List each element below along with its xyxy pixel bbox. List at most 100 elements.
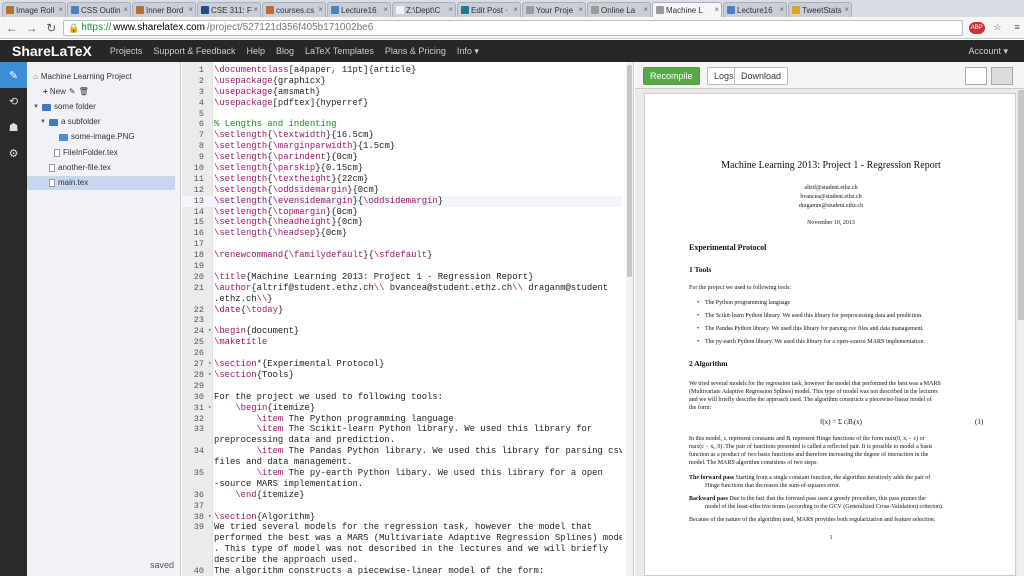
browser-tab[interactable]: Inner Bord × (132, 2, 196, 17)
code-line[interactable]: 11 \setlength{\textheight}{22cm} (182, 174, 622, 185)
back-icon[interactable]: ← (4, 21, 20, 35)
browser-tab[interactable]: CSS Outlin × (67, 2, 131, 17)
code-line[interactable]: 24 ▾ \begin{document} (182, 326, 622, 337)
code-lines[interactable]: 1 \documentclass[a4paper, 11pt]{article} 2… (182, 65, 622, 576)
trash-icon[interactable]: 🗑 (79, 85, 89, 99)
code-line[interactable]: 30 For the project we used to following t… (182, 392, 622, 403)
browser-tab[interactable]: CSE 311: F × (197, 2, 261, 17)
code-line[interactable]: 25 \maketitle (182, 337, 622, 348)
close-tab-icon[interactable]: × (513, 3, 518, 16)
browser-tab[interactable]: Image Roll × (2, 2, 66, 17)
close-tab-icon[interactable]: × (253, 3, 258, 16)
code-line[interactable]: 33 \item The Scikit-learn Python library… (182, 424, 622, 435)
expand-caret-icon[interactable]: ▼ (33, 100, 39, 114)
code-line[interactable]: 10 \setlength{\parskip}{0.15cm} (182, 163, 622, 174)
code-line[interactable]: -source MARS implementation. (182, 479, 622, 490)
code-line[interactable]: preprocessing data and prediction. (182, 435, 622, 446)
close-tab-icon[interactable]: × (188, 3, 193, 16)
project-root[interactable]: ⌂ Machine Learning Project (33, 70, 132, 84)
code-line[interactable]: 29 (182, 381, 622, 392)
close-tab-icon[interactable]: × (779, 3, 784, 16)
browser-tab[interactable]: Edit Post · × (457, 2, 521, 17)
new-file-button[interactable]: + New (43, 85, 66, 99)
code-line[interactable]: 34 \item The Pandas Python library. We u… (182, 446, 622, 457)
editor-scroll-thumb[interactable] (627, 65, 632, 277)
code-line[interactable]: 16 \setlength{\headsep}{0cm} (182, 228, 622, 239)
code-line[interactable]: 8 \setlength{\marginparwidth}{1.5cm} (182, 141, 622, 152)
adblock-icon[interactable]: ABP (968, 21, 985, 34)
browser-tab[interactable]: Your Proje × (522, 2, 586, 17)
code-line[interactable]: files and data management. (182, 457, 622, 468)
forward-icon[interactable]: → (24, 21, 40, 35)
account-menu[interactable]: Account ▾ (968, 46, 1008, 57)
menu-icon[interactable]: ≡ (1010, 22, 1024, 34)
code-line[interactable]: 28 ▾ \section{Tools} (182, 370, 622, 381)
code-line[interactable]: 15 \setlength{\headheight}{0cm} (182, 217, 622, 228)
code-line[interactable]: 21 \author{altrif@student.ethz.ch\\ bvanc… (182, 283, 622, 294)
tree-file-main-selected[interactable]: main.tex (27, 176, 175, 190)
code-line[interactable]: 6 % Lengths and indenting (182, 119, 622, 130)
code-line[interactable]: 31 ▾ \begin{itemize} (182, 403, 622, 414)
url-field[interactable]: 🔒 https://www.sharelatex.com/project/527… (63, 19, 963, 36)
close-tab-icon[interactable]: × (58, 3, 63, 16)
nav-help[interactable]: Help (246, 46, 265, 56)
code-line[interactable]: . This type of model was not described i… (182, 544, 622, 555)
tree-folder-a-subfolder[interactable]: ▼ a subfolder (40, 115, 101, 129)
code-line[interactable]: performed the best was a MARS (Multivari… (182, 533, 622, 544)
browser-tab[interactable]: Lecture16 × (723, 2, 787, 17)
edit-icon[interactable]: ✎ (0, 62, 27, 88)
code-line[interactable]: 14 \setlength{\topmargin}{0cm} (182, 207, 622, 218)
close-tab-icon[interactable]: × (643, 3, 648, 16)
code-line[interactable]: 22 \date{\today} (182, 305, 622, 316)
rename-icon[interactable]: ✎ (69, 85, 76, 99)
code-line[interactable]: 13 \setlength{\evensidemargin}{\oddsidema… (182, 195, 622, 207)
close-tab-icon[interactable]: × (714, 3, 719, 16)
close-tab-icon[interactable]: × (383, 3, 388, 16)
reload-icon[interactable]: ↻ (43, 21, 59, 35)
code-line[interactable]: 9 \setlength{\parindent}{0cm} (182, 152, 622, 163)
close-tab-icon[interactable]: × (844, 3, 849, 16)
code-line[interactable]: 36 \end{itemize} (182, 490, 622, 501)
close-tab-icon[interactable]: × (123, 3, 128, 16)
star-icon[interactable]: ☆ (991, 22, 1005, 34)
recompile-button[interactable]: Recompile (643, 67, 700, 85)
nav-projects[interactable]: Projects (110, 46, 143, 56)
code-line[interactable]: 5 (182, 109, 622, 120)
nav-templates[interactable]: LaTeX Templates (305, 46, 374, 56)
tree-file-another-file[interactable]: another-file.tex (49, 161, 111, 175)
collaborators-icon[interactable]: ☗ (0, 114, 27, 140)
history-icon[interactable]: ⟲ (0, 88, 27, 114)
code-line[interactable]: 18 \renewcommand{\familydefault}{\sfdefau… (182, 250, 622, 261)
browser-tab[interactable]: Machine L × (652, 2, 722, 17)
code-editor[interactable]: 1 \documentclass[a4paper, 11pt]{article} 2… (182, 62, 634, 576)
browser-tab[interactable]: Online La × (587, 2, 651, 17)
code-line[interactable]: 2 \usepackage{graphicx} (182, 76, 622, 87)
nav-info[interactable]: Info ▾ (457, 46, 479, 57)
nav-blog[interactable]: Blog (276, 46, 294, 56)
code-line[interactable]: 27 ▾ \section*{Experimental Protocol} (182, 359, 622, 370)
tree-file-some-image[interactable]: some-image.PNG (59, 130, 135, 144)
code-line[interactable]: 32 \item The Python programming language (182, 414, 622, 425)
browser-tab[interactable]: courses.cs × (262, 2, 326, 17)
code-line[interactable]: 38 ▾ \section{Algorithm} (182, 512, 622, 523)
code-line[interactable]: 3 \usepackage{amsmath} (182, 87, 622, 98)
code-line[interactable]: 17 (182, 239, 622, 250)
code-line[interactable]: 35 \item The py-earth Python libary. We … (182, 468, 622, 479)
download-button[interactable]: Download (734, 67, 789, 85)
code-line[interactable]: .ethz.ch\\} (182, 294, 622, 305)
code-line[interactable]: 40 The algorithm constructs a piecewise-l… (182, 566, 622, 576)
code-line[interactable]: 4 \usepackage[pdftex]{hyperref} (182, 98, 622, 109)
code-line[interactable]: describe the approach used. (182, 555, 622, 566)
preview-scroll-thumb[interactable] (1018, 90, 1024, 320)
split-view-icon[interactable] (991, 67, 1013, 85)
nav-support[interactable]: Support & Feedback (153, 46, 235, 56)
code-line[interactable]: 20 \title{Machine Learning 2013: Project … (182, 272, 622, 283)
code-line[interactable]: 7 \setlength{\textwidth}{16.5cm} (182, 130, 622, 141)
preview-scrollbar[interactable] (1018, 89, 1024, 576)
code-line[interactable]: 23 (182, 315, 622, 326)
browser-tab[interactable]: TweetStats × (788, 2, 852, 17)
tree-folder-some-folder[interactable]: ▼ some folder (33, 100, 96, 114)
code-line[interactable]: 12 \setlength{\oddsidemargin}{0cm} (182, 185, 622, 196)
browser-tab[interactable]: Lecture16 × (327, 2, 391, 17)
code-line[interactable]: 19 (182, 261, 622, 272)
